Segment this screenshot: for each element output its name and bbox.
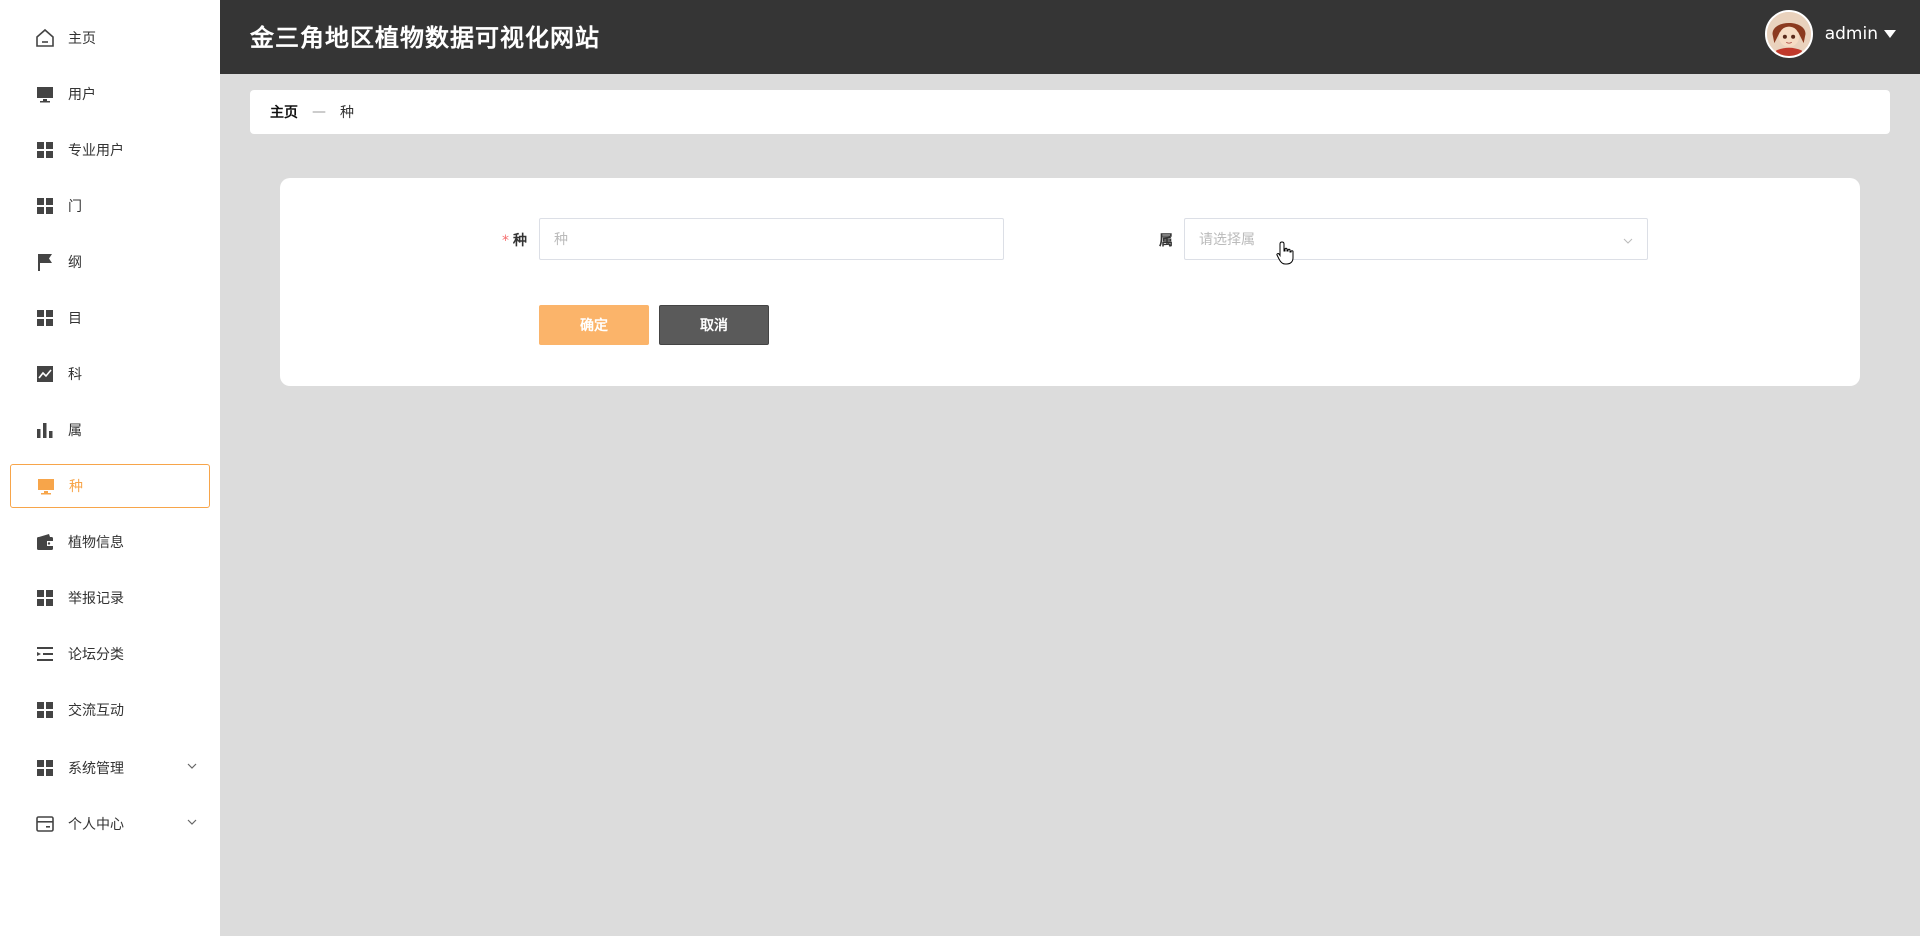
sidebar-item-interaction[interactable]: 交流互动	[10, 688, 210, 732]
wallet-icon	[34, 531, 56, 553]
species-input[interactable]: 种	[539, 218, 1004, 260]
sidebar-item-forum-categories[interactable]: 论坛分类	[10, 632, 210, 676]
grid-icon	[34, 307, 56, 329]
monitor-icon	[35, 475, 57, 497]
sidebar-item-pro-users[interactable]: 专业用户	[10, 128, 210, 172]
sidebar-item-users[interactable]: 用户	[10, 72, 210, 116]
sidebar-item-order[interactable]: 目	[10, 296, 210, 340]
sidebar-item-label: 纲	[68, 255, 82, 271]
username: admin	[1824, 24, 1878, 44]
grid-icon	[34, 195, 56, 217]
breadcrumb-current: 种	[340, 105, 354, 121]
flag-icon	[34, 251, 56, 273]
chart-line-icon	[34, 363, 56, 385]
grid-icon	[34, 139, 56, 161]
avatar	[1764, 10, 1813, 58]
breadcrumb-home[interactable]: 主页	[270, 102, 298, 122]
sidebar-item-label: 科	[68, 367, 82, 383]
sidebar-item-profile[interactable]: 个人中心	[10, 802, 210, 846]
sidebar-item-label: 用户	[68, 87, 96, 103]
sidebar-item-label: 植物信息	[68, 535, 124, 551]
breadcrumb: 主页 — 种	[250, 90, 1890, 134]
breadcrumb-separator: —	[312, 104, 326, 120]
grid-icon	[34, 699, 56, 721]
sidebar-item-label: 个人中心	[68, 817, 124, 833]
header: 金三角地区植物数据可视化网站 admin	[220, 0, 1920, 74]
chevron-down-icon	[186, 816, 198, 832]
sidebar-item-plant-info[interactable]: 植物信息	[10, 520, 210, 564]
sidebar-item-label: 主页	[68, 31, 96, 47]
sidebar-item-label: 门	[68, 199, 82, 215]
home-icon	[34, 27, 56, 49]
chevron-down-icon	[1623, 234, 1633, 250]
genus-label: 属	[1159, 233, 1173, 249]
sidebar-item-label: 举报记录	[68, 591, 124, 607]
sidebar-item-family[interactable]: 科	[10, 352, 210, 396]
sidebar-item-class[interactable]: 纲	[10, 240, 210, 284]
sidebar-item-phylum[interactable]: 门	[10, 184, 210, 228]
bar-chart-icon	[34, 419, 56, 441]
species-placeholder: 种	[554, 232, 568, 248]
sidebar-item-label: 种	[69, 479, 83, 495]
genus-placeholder: 请选择属	[1199, 232, 1255, 248]
sidebar-item-system[interactable]: 系统管理	[10, 746, 210, 790]
genus-select[interactable]: 请选择属	[1184, 218, 1648, 260]
sidebar-item-genus[interactable]: 属	[10, 408, 210, 452]
sidebar: 主页 用户 专业用户 门 纲 目 科 属 种 植物信息 举报记录 论坛分类 交流…	[0, 0, 220, 936]
confirm-button[interactable]: 确定	[539, 305, 649, 345]
site-title: 金三角地区植物数据可视化网站	[250, 24, 600, 52]
sidebar-item-label: 交流互动	[68, 703, 124, 719]
list-indent-icon	[34, 643, 56, 665]
sidebar-item-label: 目	[68, 311, 82, 327]
species-form: * 种 种 属 请选择属 确定 取消	[280, 178, 1860, 386]
user-menu[interactable]: admin	[1764, 10, 1896, 58]
sidebar-item-label: 系统管理	[68, 761, 124, 777]
chevron-down-icon	[186, 760, 198, 776]
grid-icon	[34, 587, 56, 609]
required-mark: *	[502, 233, 509, 249]
sidebar-item-home[interactable]: 主页	[10, 16, 210, 60]
caret-down-icon	[1884, 30, 1896, 38]
sidebar-item-reports[interactable]: 举报记录	[10, 576, 210, 620]
sidebar-item-label: 属	[68, 423, 82, 439]
card-icon	[34, 813, 56, 835]
sidebar-item-species[interactable]: 种	[10, 464, 210, 508]
species-label: * 种	[502, 233, 527, 249]
cancel-button[interactable]: 取消	[659, 305, 769, 345]
sidebar-item-label: 论坛分类	[68, 647, 124, 663]
sidebar-item-label: 专业用户	[68, 143, 124, 159]
monitor-icon	[34, 83, 56, 105]
grid-icon	[34, 757, 56, 779]
hand-cursor-icon	[1276, 241, 1294, 265]
